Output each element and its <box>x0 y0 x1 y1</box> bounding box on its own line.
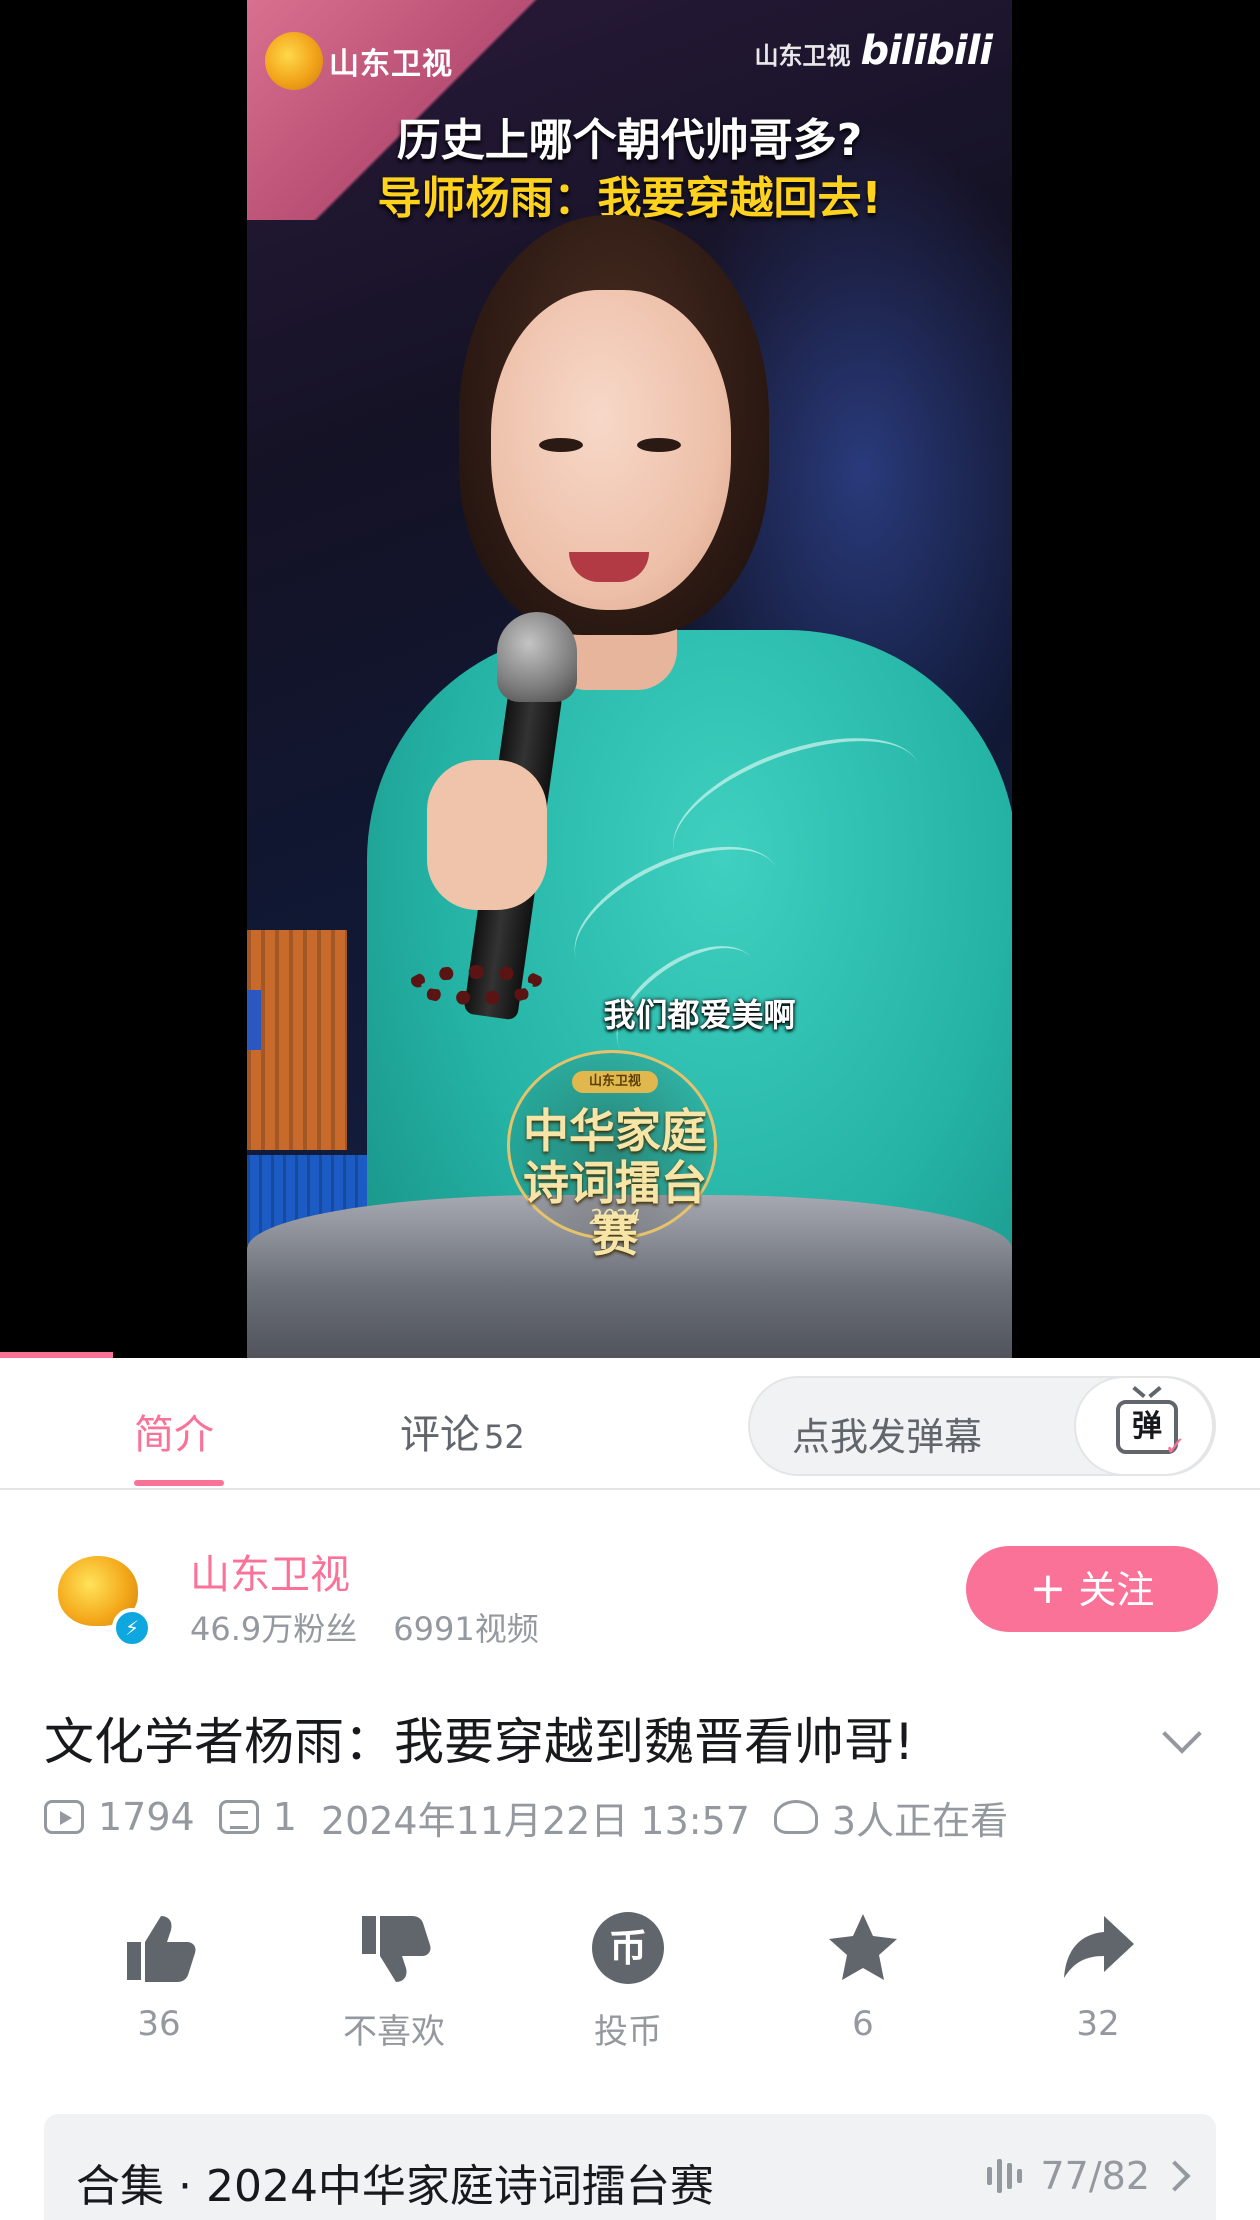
comments-count: 52 <box>484 1418 525 1456</box>
favorite-count: 6 <box>852 2004 874 2044</box>
tab-comments[interactable]: 评论 52 <box>400 1402 525 1460</box>
share-icon <box>1058 1910 1138 1986</box>
video-count: 6991视频 <box>393 1610 539 1648</box>
uploader-row: ⚡ 山东卫视 46.9万粉丝 6991视频 + 关注 <box>0 1490 1260 1670</box>
plus-icon: + <box>1029 1563 1067 1614</box>
presenter-eye <box>539 438 583 452</box>
danmaku-count: 1 <box>218 1795 297 1839</box>
presenter-mouth <box>569 552 649 582</box>
follow-button[interactable]: + 关注 <box>966 1546 1218 1632</box>
thumbs-down-icon <box>354 1910 434 1986</box>
collection-progress: 77/82 <box>987 2154 1191 2198</box>
watermark: 山东卫视 bilibili <box>754 28 993 74</box>
thumbs-up-icon <box>119 1910 199 1986</box>
publish-date-value: 2024年11月22日 13:57 <box>320 1798 750 1843</box>
coin-icon: 币 <box>588 1910 668 1986</box>
danmaku-count-value: 1 <box>272 1795 297 1839</box>
star-icon <box>823 1910 903 1986</box>
coin-label: 投币 <box>594 2012 662 2052</box>
share-button[interactable]: 32 <box>1018 1900 1178 2044</box>
collection-progress-value: 77/82 <box>1040 2154 1150 2198</box>
avatar[interactable]: ⚡ <box>52 1546 152 1648</box>
presenter-eye <box>637 438 681 452</box>
verified-icon: ⚡ <box>112 1608 152 1648</box>
favorite-button[interactable]: 6 <box>783 1900 943 2044</box>
check-icon: ✓ <box>1164 1432 1186 1462</box>
danmaku-toggle-button[interactable]: 弹 ✓ <box>1074 1376 1214 1476</box>
microphone-icon <box>497 612 577 702</box>
stage-prop <box>247 930 347 1150</box>
show-badge-logo: 山东卫视 中华家庭诗词擂台赛 2024 <box>507 1050 717 1261</box>
tab-comments-label: 评论 <box>400 1412 480 1458</box>
watching-now-value: 3人正在看 <box>831 1798 1009 1843</box>
publish-date: 2024年11月22日 13:57 <box>321 1790 750 1845</box>
tab-bar: 简介 评论 52 点我发弹幕 弹 ✓ <box>0 1358 1260 1490</box>
presenter-hand <box>427 760 547 910</box>
channel-logo-text: 山东卫视 <box>329 47 453 82</box>
action-bar: 36 不喜欢 币 投币 6 32 <box>0 1900 1260 2060</box>
share-count: 32 <box>1076 2004 1120 2044</box>
viewers-icon <box>773 1800 818 1834</box>
video-player[interactable]: 山东卫视 山东卫视 bilibili 历史上哪个朝代帅哥多? 导师杨雨：我要穿越… <box>0 0 1260 1358</box>
bilibili-logo: bilibili <box>860 28 993 74</box>
play-icon <box>44 1800 84 1834</box>
headline-line-1: 历史上哪个朝代帅哥多? <box>396 115 863 166</box>
danmaku-icon: 弹 ✓ <box>1116 1400 1186 1460</box>
channel-logo: 山东卫视 <box>265 32 453 90</box>
uploader-name[interactable]: 山东卫视 <box>190 1542 350 1600</box>
danmaku-count-icon <box>218 1800 259 1834</box>
watching-now: 3人正在看 <box>773 1790 1009 1845</box>
badge-channel-chip: 山东卫视 <box>572 1071 658 1093</box>
coin-button[interactable]: 币 投币 <box>548 1900 708 2053</box>
coin-glyph: 币 <box>592 1912 664 1984</box>
follow-label: 关注 <box>1078 1568 1155 1612</box>
video-meta: 1794 1 2024年11月22日 13:57 3人正在看 <box>44 1790 1032 1845</box>
like-count: 36 <box>137 2004 181 2044</box>
danmaku-icon-glyph: 弹 <box>1132 1409 1162 1444</box>
play-count: 1794 <box>44 1795 195 1839</box>
badge-year: 2024 <box>589 1205 641 1229</box>
channel-logo-icon <box>265 32 323 90</box>
collection-card[interactable]: 合集 · 2024中华家庭诗词擂台赛 77/82 <box>44 2114 1216 2220</box>
collection-title: 合集 · 2024中华家庭诗词擂台赛 <box>76 2161 714 2212</box>
tab-active-indicator <box>134 1480 224 1486</box>
danmaku-placeholder: 点我发弹幕 <box>792 1415 983 1459</box>
chevron-right-icon <box>1159 2160 1191 2192</box>
chevron-down-icon[interactable] <box>1162 1714 1202 1754</box>
video-subtitle: 我们都爱美啊 <box>603 996 796 1034</box>
playlist-bars-icon <box>987 2159 1023 2193</box>
dislike-button[interactable]: 不喜欢 <box>314 1900 474 2053</box>
uploader-stats: 46.9万粉丝 6991视频 <box>190 1604 539 1650</box>
dislike-label: 不喜欢 <box>343 2012 445 2052</box>
badge-title: 中华家庭诗词擂台赛 <box>523 1104 707 1262</box>
video-frame[interactable]: 山东卫视 山东卫视 bilibili 历史上哪个朝代帅哥多? 导师杨雨：我要穿越… <box>247 0 1012 1358</box>
presenter-face <box>491 290 731 610</box>
play-count-value: 1794 <box>98 1795 195 1839</box>
follower-count: 46.9万粉丝 <box>190 1610 358 1648</box>
danmaku-input[interactable]: 点我发弹幕 弹 ✓ <box>748 1376 1216 1476</box>
watermark-channel: 山东卫视 <box>754 42 851 70</box>
tab-intro[interactable]: 简介 <box>134 1402 214 1460</box>
like-button[interactable]: 36 <box>79 1900 239 2044</box>
video-title: 文化学者杨雨：我要穿越到魏晋看帅哥! <box>44 1713 915 1771</box>
